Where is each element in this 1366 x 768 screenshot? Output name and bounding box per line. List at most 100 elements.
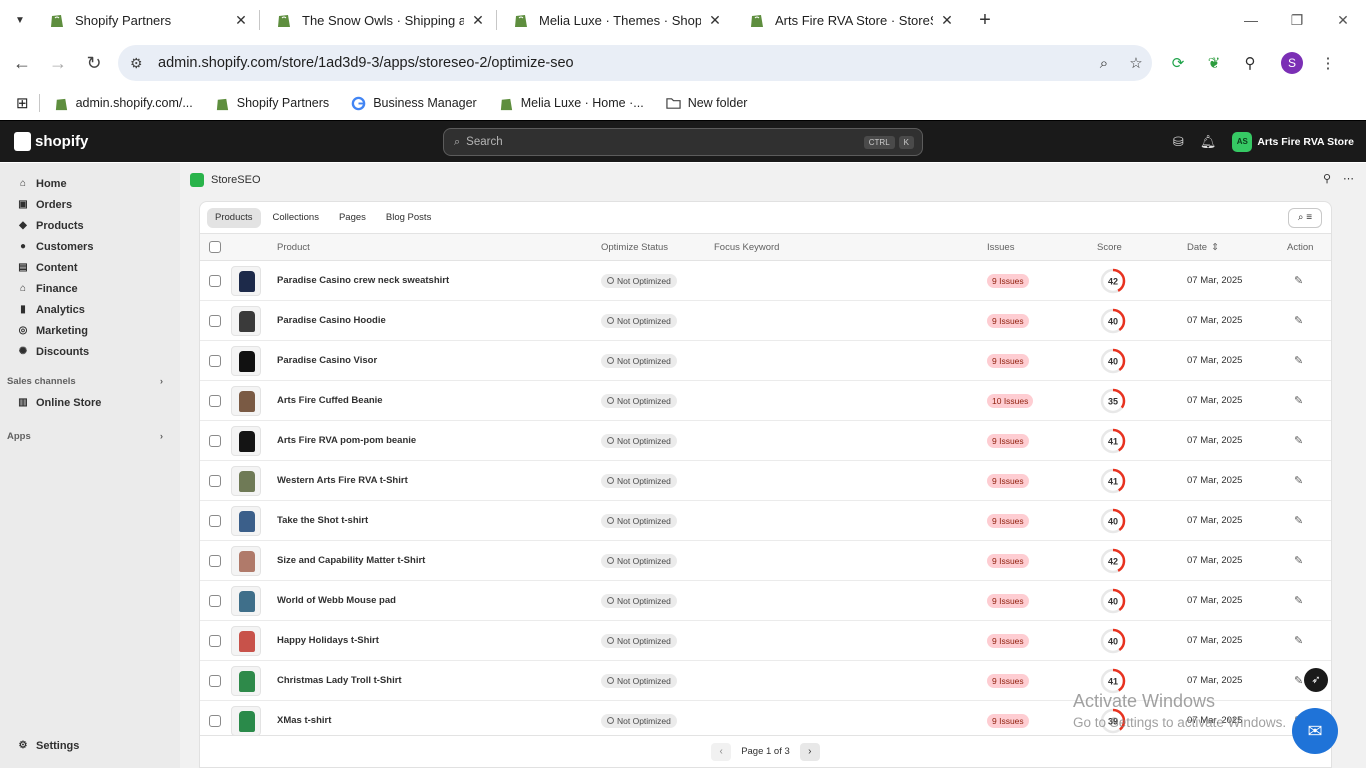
sales-channels-section[interactable]: Sales channels › bbox=[0, 370, 180, 392]
product-name[interactable]: Paradise Casino crew neck sweatshirt bbox=[277, 261, 449, 300]
browser-tab-4-active[interactable]: Arts Fire RVA Store · StoreSEO · ✕ bbox=[733, 0, 965, 40]
issues-badge[interactable]: 9 Issues bbox=[987, 541, 1029, 580]
sidebar-item-products[interactable]: ◆ Products bbox=[0, 215, 180, 236]
restore-icon[interactable]: ❐ bbox=[1274, 0, 1320, 40]
edit-icon[interactable]: ✎ bbox=[1294, 501, 1303, 540]
table-row[interactable]: Size and Capability Matter t-Shirt Not Op… bbox=[200, 541, 1331, 581]
rocket-icon[interactable]: ➶ bbox=[1304, 668, 1328, 692]
sidebar-item-orders[interactable]: ▣ Orders bbox=[0, 194, 180, 215]
issues-badge[interactable]: 9 Issues bbox=[987, 301, 1029, 340]
close-icon[interactable]: ✕ bbox=[233, 12, 249, 29]
row-checkbox[interactable] bbox=[209, 621, 221, 660]
admin-search-input[interactable]: ⌕ Search CTRL K bbox=[443, 128, 923, 156]
chat-icon[interactable]: ✉ bbox=[1292, 708, 1338, 754]
tab-products[interactable]: Products bbox=[207, 207, 261, 228]
edit-icon[interactable]: ✎ bbox=[1294, 621, 1303, 660]
star-icon[interactable]: ☆ bbox=[1120, 54, 1152, 72]
product-name[interactable]: Happy Holidays t-Shirt bbox=[277, 621, 379, 660]
product-name[interactable]: Paradise Casino Hoodie bbox=[277, 301, 386, 340]
edit-icon[interactable]: ✎ bbox=[1294, 541, 1303, 580]
issues-badge[interactable]: 9 Issues bbox=[987, 261, 1029, 300]
back-arrow-icon[interactable]: ← bbox=[4, 53, 40, 74]
bookmark-folder[interactable]: New folder bbox=[666, 96, 747, 111]
browser-tab-3[interactable]: Melia Luxe · Themes · Shopify ✕ bbox=[497, 0, 733, 40]
more-actions-icon[interactable]: ⋯ bbox=[1343, 172, 1354, 185]
extensions-puzzle-icon[interactable]: ⚲ bbox=[1232, 54, 1268, 72]
close-icon[interactable]: ✕ bbox=[470, 12, 486, 29]
reload-icon[interactable]: ↻ bbox=[76, 53, 112, 74]
store-switch-icon[interactable]: ⛁ bbox=[1173, 134, 1184, 150]
product-name[interactable]: Western Arts Fire RVA t-Shirt bbox=[277, 461, 408, 500]
sidebar-item-home[interactable]: ⌂ Home bbox=[0, 173, 180, 194]
table-row[interactable]: World of Webb Mouse pad Not Optimized 9 Is… bbox=[200, 581, 1331, 621]
table-row[interactable]: Arts Fire RVA pom-pom beanie Not Optimize… bbox=[200, 421, 1331, 461]
row-checkbox[interactable] bbox=[209, 461, 221, 500]
tab-pages[interactable]: Pages bbox=[331, 208, 374, 228]
shopify-logo[interactable]: shopify bbox=[14, 132, 88, 151]
new-tab-button[interactable]: + bbox=[971, 9, 999, 32]
address-bar[interactable]: ⚙ admin.shopify.com/store/1ad3d9-3/apps/… bbox=[118, 45, 1152, 81]
apps-section[interactable]: Apps › bbox=[0, 425, 180, 447]
column-date-sort[interactable]: Date ⇕ bbox=[1187, 234, 1219, 260]
sidebar-item-customers[interactable]: ● Customers bbox=[0, 236, 180, 257]
sidebar-item-finance[interactable]: ⌂ Finance bbox=[0, 278, 180, 299]
edit-icon[interactable]: ✎ bbox=[1294, 461, 1303, 500]
product-name[interactable]: Arts Fire Cuffed Beanie bbox=[277, 381, 383, 420]
table-row[interactable]: Paradise Casino crew neck sweatshirt Not … bbox=[200, 261, 1331, 301]
site-settings-icon[interactable]: ⚙ bbox=[130, 55, 154, 72]
issues-badge[interactable]: 9 Issues bbox=[987, 341, 1029, 380]
issues-badge[interactable]: 9 Issues bbox=[987, 661, 1029, 700]
product-name[interactable]: Take the Shot t-shirt bbox=[277, 501, 368, 540]
product-name[interactable]: Paradise Casino Visor bbox=[277, 341, 377, 380]
row-checkbox[interactable] bbox=[209, 581, 221, 620]
issues-badge[interactable]: 9 Issues bbox=[987, 621, 1029, 660]
sidebar-item-analytics[interactable]: ▮ Analytics bbox=[0, 299, 180, 320]
row-checkbox[interactable] bbox=[209, 301, 221, 340]
edit-icon[interactable]: ✎ bbox=[1294, 301, 1303, 340]
bookmark-item[interactable]: Melia Luxe · Home ·... bbox=[499, 96, 644, 111]
table-row[interactable]: Paradise Casino Visor Not Optimized 9 Issu… bbox=[200, 341, 1331, 381]
edit-icon[interactable]: ✎ bbox=[1294, 661, 1303, 700]
apps-grid-icon[interactable]: ⊞ bbox=[16, 94, 29, 112]
forward-arrow-icon[interactable]: → bbox=[40, 53, 76, 74]
close-icon[interactable]: ✕ bbox=[707, 12, 723, 29]
bookmark-item[interactable]: Shopify Partners bbox=[215, 96, 329, 111]
next-page-button[interactable]: › bbox=[799, 742, 820, 761]
row-checkbox[interactable] bbox=[209, 341, 221, 380]
product-name[interactable]: Size and Capability Matter t-Shirt bbox=[277, 541, 425, 580]
tab-collections[interactable]: Collections bbox=[265, 208, 327, 228]
issues-badge[interactable]: 9 Issues bbox=[987, 501, 1029, 540]
minimize-icon[interactable]: — bbox=[1228, 0, 1274, 40]
row-checkbox[interactable] bbox=[209, 421, 221, 460]
edit-icon[interactable]: ✎ bbox=[1294, 341, 1303, 380]
edit-icon[interactable]: ✎ bbox=[1294, 381, 1303, 420]
browser-tab-2[interactable]: The Snow Owls · Shipping and d ✕ bbox=[260, 0, 496, 40]
store-menu[interactable]: AS Arts Fire RVA Store bbox=[1232, 132, 1354, 152]
table-row[interactable]: Paradise Casino Hoodie Not Optimized 9 Iss… bbox=[200, 301, 1331, 341]
product-name[interactable]: World of Webb Mouse pad bbox=[277, 581, 396, 620]
product-name[interactable]: Arts Fire RVA pom-pom beanie bbox=[277, 421, 416, 460]
bookmark-item[interactable]: Business Manager bbox=[351, 96, 477, 111]
issues-badge[interactable]: 9 Issues bbox=[987, 421, 1029, 460]
close-window-icon[interactable]: ✕ bbox=[1320, 0, 1366, 40]
close-icon[interactable]: ✕ bbox=[939, 12, 955, 29]
url-text[interactable]: admin.shopify.com/store/1ad3d9-3/apps/st… bbox=[158, 55, 1088, 71]
row-checkbox[interactable] bbox=[209, 261, 221, 300]
pin-icon[interactable]: ⚲ bbox=[1323, 172, 1331, 185]
sidebar-item-settings[interactable]: ⚙ Settings bbox=[0, 735, 80, 756]
extension-refresh-icon[interactable]: ⟳ bbox=[1160, 54, 1196, 72]
extension-leaf-icon[interactable]: ❦ bbox=[1196, 54, 1232, 72]
notification-bell-icon[interactable]: 🔔︎ bbox=[1200, 134, 1217, 150]
search-filter-button[interactable]: ⌕ ≡ bbox=[1288, 208, 1322, 228]
select-all-checkbox[interactable] bbox=[209, 234, 221, 260]
table-row[interactable]: Happy Holidays t-Shirt Not Optimized 9 Iss… bbox=[200, 621, 1331, 661]
zoom-icon[interactable]: ⌕ bbox=[1088, 55, 1120, 72]
table-row[interactable]: Take the Shot t-shirt Not Optimized 9 Issu… bbox=[200, 501, 1331, 541]
row-checkbox[interactable] bbox=[209, 381, 221, 420]
profile-avatar[interactable]: S bbox=[1274, 52, 1310, 74]
table-row[interactable]: Western Arts Fire RVA t-Shirt Not Optimiz… bbox=[200, 461, 1331, 501]
product-name[interactable]: Christmas Lady Troll t-Shirt bbox=[277, 661, 402, 700]
tab-search-button[interactable]: ▼ bbox=[7, 7, 33, 33]
table-row[interactable]: Christmas Lady Troll t-Shirt Not Optimize… bbox=[200, 661, 1331, 701]
edit-icon[interactable]: ✎ bbox=[1294, 261, 1303, 300]
